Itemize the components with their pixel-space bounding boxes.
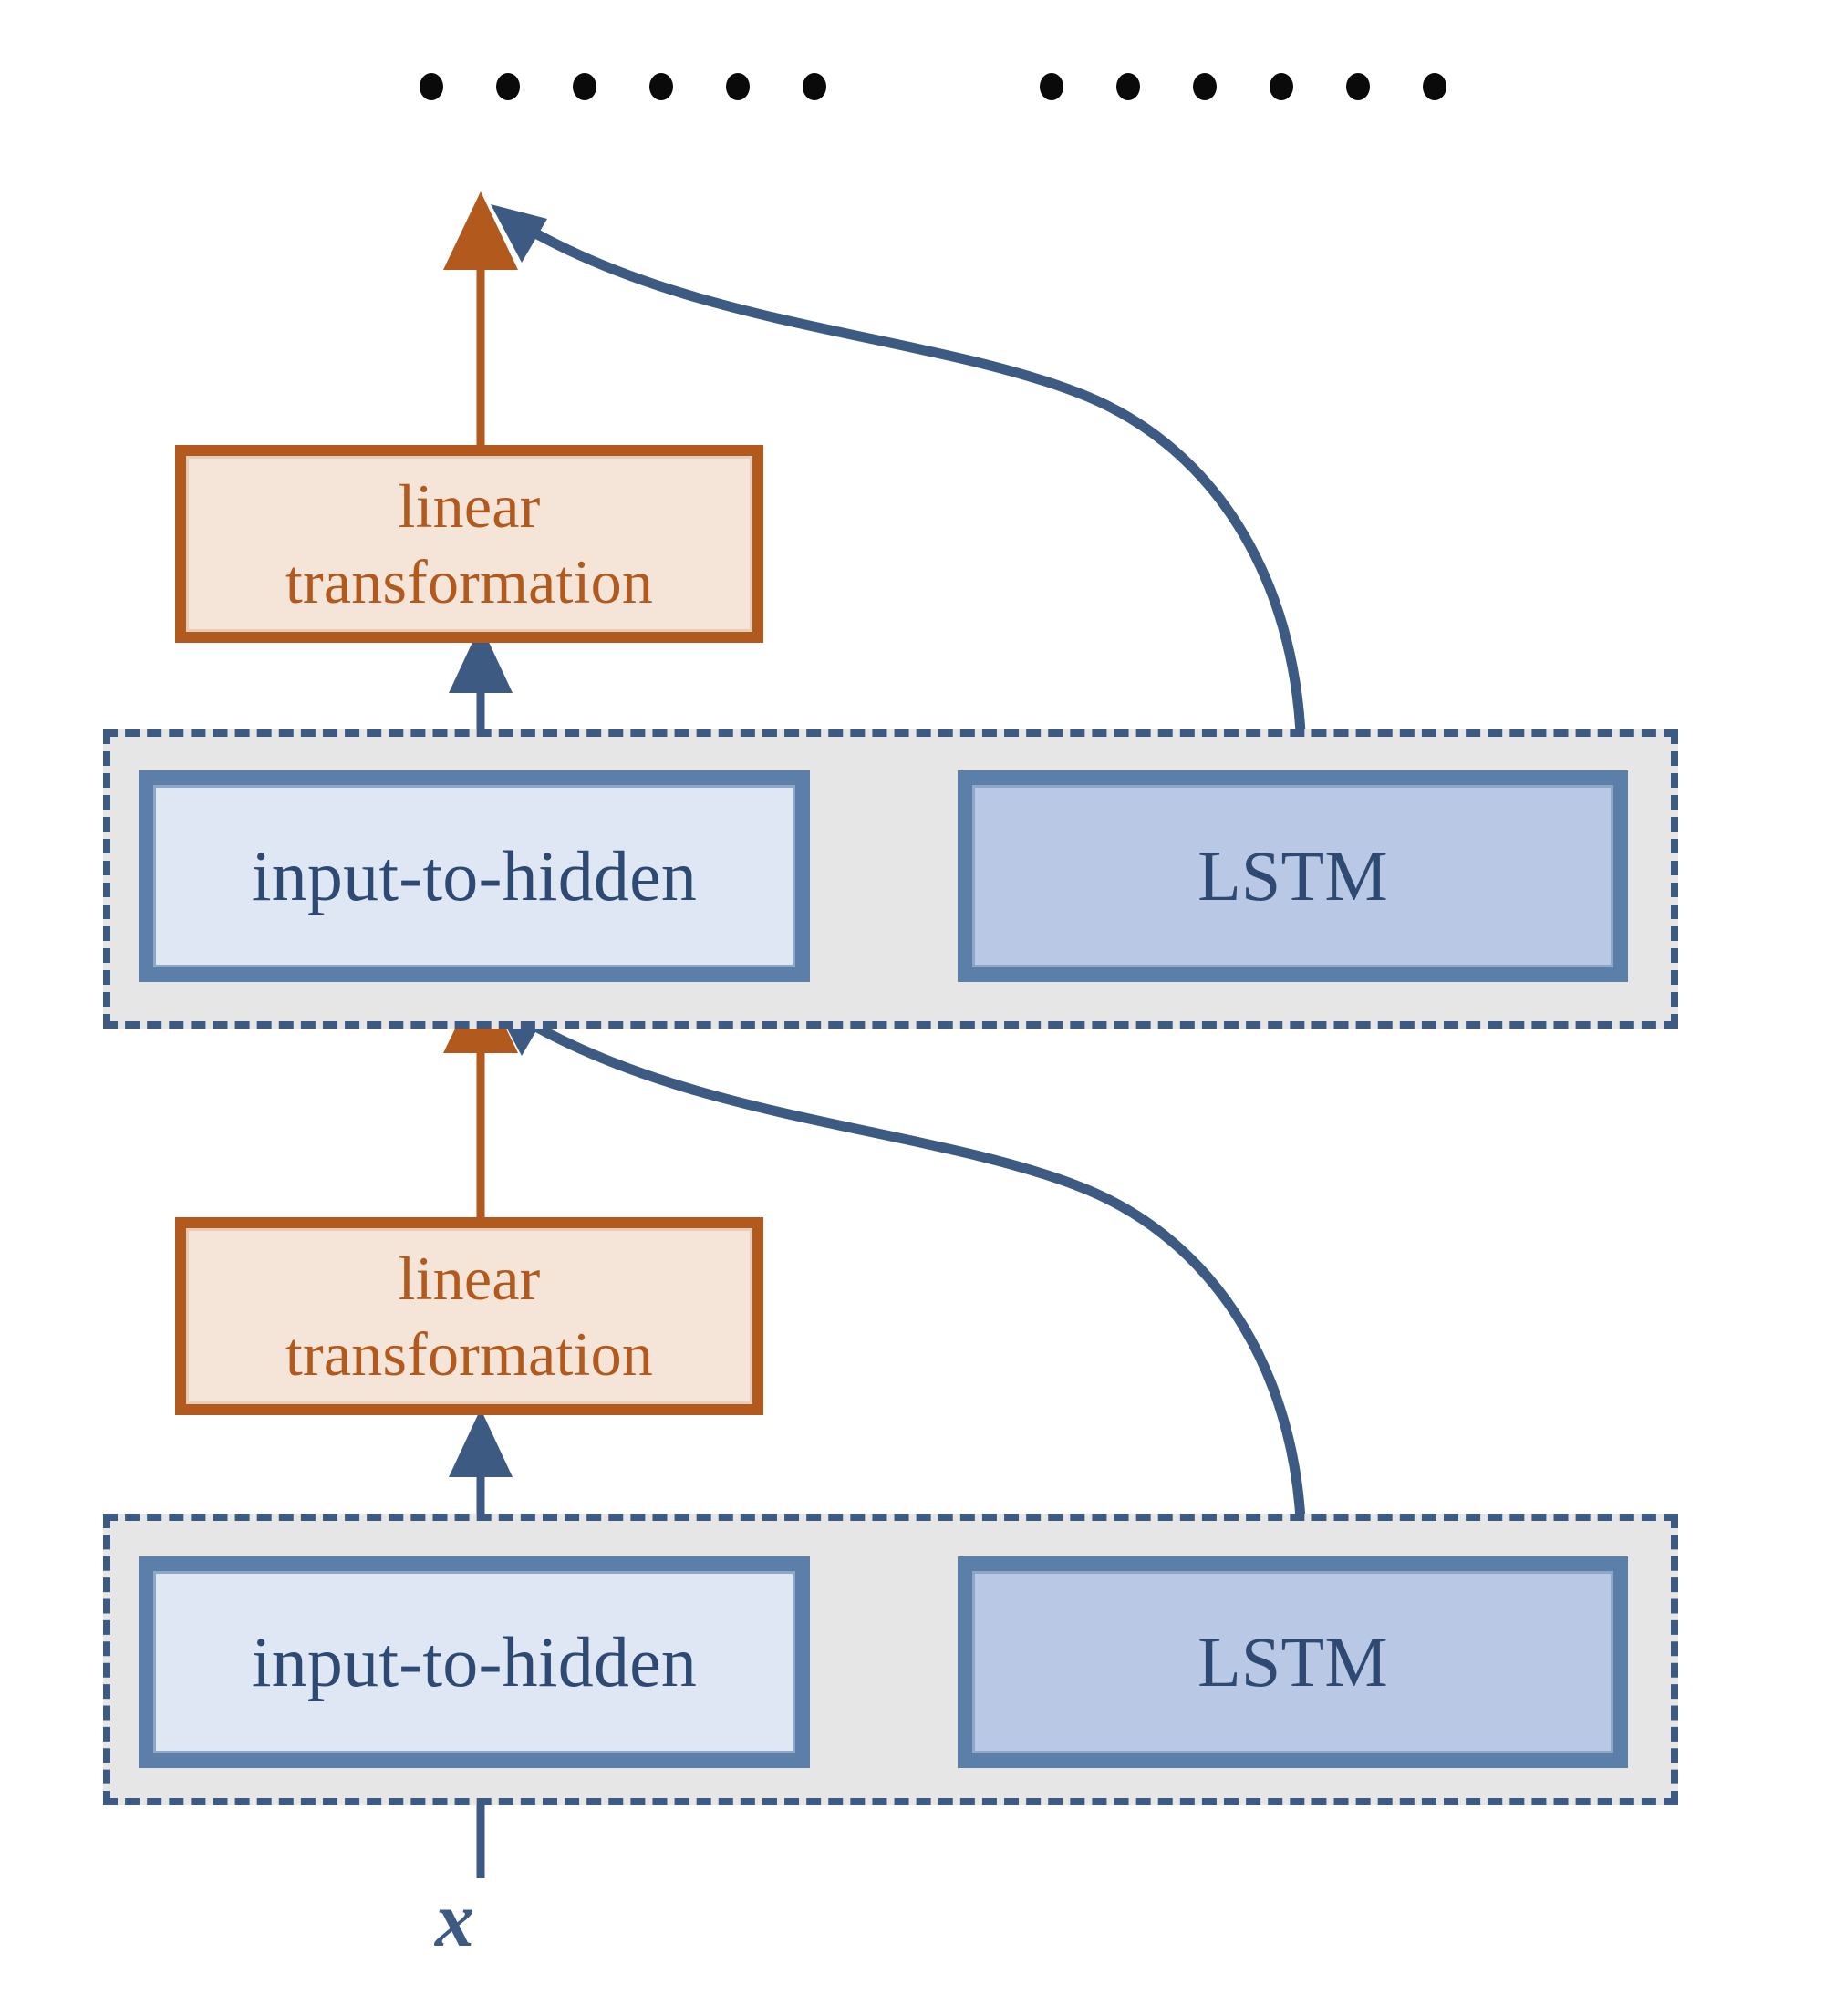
lower-input-to-hidden-inner: input-to-hidden	[153, 1571, 795, 1753]
ellipsis-dots-right	[1040, 73, 1446, 100]
lower-lstm-inner: LSTM	[972, 1571, 1613, 1753]
upper-input-to-hidden-label: input-to-hidden	[251, 836, 698, 916]
lower-lstm-box[interactable]: LSTM	[958, 1556, 1628, 1768]
dot	[1346, 73, 1370, 100]
upper-lstm-inner: LSTM	[972, 785, 1613, 967]
upper-lstm-box[interactable]: LSTM	[958, 770, 1628, 982]
dot	[803, 73, 826, 100]
ellipsis-dots-left	[420, 73, 826, 100]
dot	[726, 73, 750, 100]
dot	[649, 73, 673, 100]
lower-linear-transformation-label: linear transformation	[285, 1243, 654, 1389]
dot	[1270, 73, 1293, 100]
upper-linear-transformation-inner: linear transformation	[186, 456, 752, 632]
lower-input-to-hidden-box[interactable]: input-to-hidden	[139, 1556, 810, 1768]
upper-input-to-hidden-box[interactable]: input-to-hidden	[139, 770, 810, 982]
diagram-canvas: linear transformation input-to-hidden LS…	[0, 0, 1835, 2016]
lower-linear-transformation-inner: linear transformation	[186, 1228, 752, 1404]
upper-lstm-label: LSTM	[1197, 836, 1388, 916]
input-x-label: x	[435, 1876, 474, 1963]
lower-lstm-label: LSTM	[1197, 1622, 1388, 1702]
lower-linear-transformation-box[interactable]: linear transformation	[175, 1217, 763, 1415]
dot	[1116, 73, 1140, 100]
dot	[420, 73, 443, 100]
dot	[573, 73, 596, 100]
dot	[496, 73, 520, 100]
upper-linear-transformation-label: linear transformation	[285, 470, 654, 616]
dot	[1193, 73, 1217, 100]
dot	[1040, 73, 1063, 100]
upper-linear-transformation-box[interactable]: linear transformation	[175, 445, 763, 643]
lower-input-to-hidden-label: input-to-hidden	[251, 1622, 698, 1702]
upper-input-to-hidden-inner: input-to-hidden	[153, 785, 795, 967]
dot	[1423, 73, 1446, 100]
